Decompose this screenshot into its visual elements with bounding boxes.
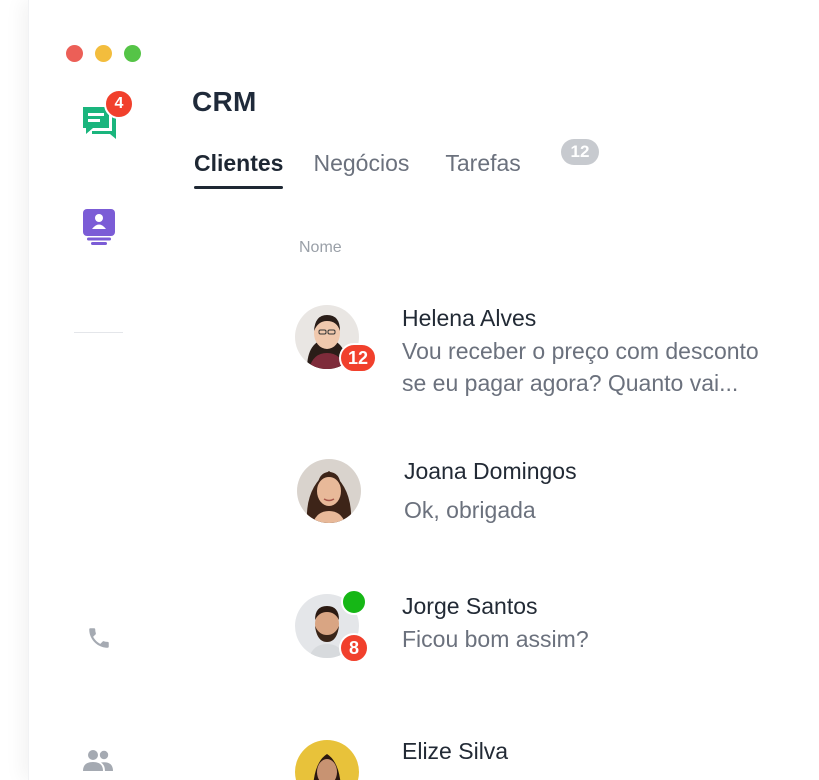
contact-name: Elize Silva	[402, 738, 509, 764]
contacts-icon	[83, 209, 115, 245]
avatar	[297, 459, 361, 523]
phone-icon	[89, 628, 109, 648]
tarefas-count-badge: 12	[561, 139, 599, 165]
list-item[interactable]: Elize Silva	[295, 738, 819, 780]
online-indicator	[341, 589, 367, 615]
tab-negocios[interactable]: Negócios	[313, 150, 409, 189]
chats-unread-badge: 4	[104, 89, 134, 119]
message-preview: Ok, obrigada	[404, 497, 536, 523]
zoom-window-button[interactable]	[124, 45, 141, 62]
avatar	[295, 740, 359, 780]
minimize-window-button[interactable]	[95, 45, 112, 62]
sidebar-item-calls[interactable]	[86, 624, 112, 652]
message-preview: Ficou bom assim?	[402, 626, 589, 652]
tab-clientes[interactable]: Clientes	[194, 150, 284, 189]
people-icon	[83, 750, 113, 771]
page-title: CRM	[192, 86, 257, 117]
unread-badge: 12	[339, 343, 377, 373]
list-item[interactable]: Joana Domingos Ok, obrigada	[295, 458, 819, 528]
window-controls	[66, 45, 141, 62]
list-item[interactable]: 8 Jorge Santos Ficou bom assim?	[295, 589, 819, 666]
contact-name: Helena Alves	[402, 305, 537, 331]
message-preview: Vou receber o preço com desconto	[402, 338, 759, 364]
message-preview-line2: se eu pagar agora? Quanto vai...	[402, 370, 739, 396]
sidebar-item-contacts[interactable]	[82, 208, 116, 246]
contact-name: Jorge Santos	[402, 593, 538, 619]
sidebar-item-team[interactable]	[82, 747, 114, 775]
list-item[interactable]: 12 Helena Alves Vou receber o preço com …	[295, 304, 819, 404]
unread-badge: 8	[339, 633, 369, 663]
close-window-button[interactable]	[66, 45, 83, 62]
column-header-nome: Nome	[299, 239, 342, 256]
sidebar-divider	[74, 332, 123, 333]
tab-tarefas[interactable]: Tarefas	[445, 150, 520, 189]
tab-bar: Clientes Negócios Tarefas	[194, 150, 521, 189]
contact-name: Joana Domingos	[404, 458, 577, 484]
